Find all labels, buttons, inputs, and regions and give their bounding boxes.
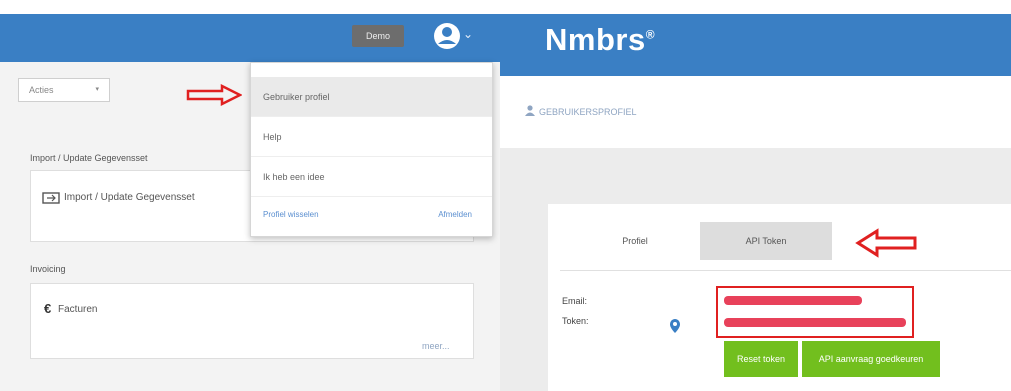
invoicing-card[interactable] bbox=[30, 283, 474, 359]
reset-token-button[interactable]: Reset token bbox=[724, 341, 798, 377]
approve-api-request-button[interactable]: API aanvraag goedkeuren bbox=[802, 341, 940, 377]
left-header-bar bbox=[0, 14, 500, 62]
menu-item-user-profile[interactable]: Gebruiker profiel bbox=[251, 77, 492, 117]
chevron-down-icon[interactable]: ⌄ bbox=[463, 27, 473, 41]
profile-dropdown-menu: Gebruiker profiel Help Ik heb een idee P… bbox=[250, 62, 493, 237]
demo-badge[interactable]: Demo bbox=[352, 25, 404, 47]
user-icon bbox=[525, 105, 535, 116]
annotation-arrow-icon bbox=[855, 228, 917, 258]
section-title-invoicing: Invoicing bbox=[30, 264, 66, 274]
euro-icon: € bbox=[44, 301, 52, 316]
actions-dropdown[interactable]: Acties ▾ bbox=[18, 78, 110, 102]
redacted-email bbox=[724, 296, 862, 305]
menu-item-idea[interactable]: Ik heb een idee bbox=[251, 157, 492, 197]
email-label: Email: bbox=[562, 296, 588, 306]
breadcrumb: GEBRUIKERSPROFIEL bbox=[525, 105, 637, 117]
brand-logo: Nmbrs® bbox=[545, 22, 656, 57]
breadcrumb-label: GEBRUIKERSPROFIEL bbox=[539, 107, 637, 117]
annotation-arrow-icon bbox=[186, 84, 242, 106]
info-icon[interactable] bbox=[669, 318, 681, 334]
user-circle-icon[interactable] bbox=[432, 21, 462, 51]
tab-profile[interactable]: Profiel bbox=[590, 222, 680, 260]
tab-api-token[interactable]: API Token bbox=[700, 222, 832, 260]
switch-profile-link[interactable]: Profiel wisselen bbox=[263, 210, 319, 219]
tab-divider bbox=[560, 270, 1011, 271]
top-strip bbox=[0, 0, 1011, 14]
actions-dropdown-value: Acties bbox=[29, 85, 54, 95]
menu-item-help[interactable]: Help bbox=[251, 117, 492, 157]
logout-link[interactable]: Afmelden bbox=[438, 210, 472, 219]
chevron-down-icon: ▾ bbox=[95, 86, 99, 93]
import-card-label[interactable]: Import / Update Gegevensset bbox=[64, 192, 195, 203]
more-link[interactable]: meer... bbox=[422, 341, 450, 351]
import-icon bbox=[42, 192, 60, 204]
redacted-token bbox=[724, 318, 906, 327]
redacted-values-box bbox=[716, 286, 914, 338]
section-title-import: Import / Update Gegevensset bbox=[30, 153, 148, 163]
invoicing-card-label[interactable]: Facturen bbox=[58, 304, 97, 315]
token-label: Token: bbox=[562, 316, 589, 326]
